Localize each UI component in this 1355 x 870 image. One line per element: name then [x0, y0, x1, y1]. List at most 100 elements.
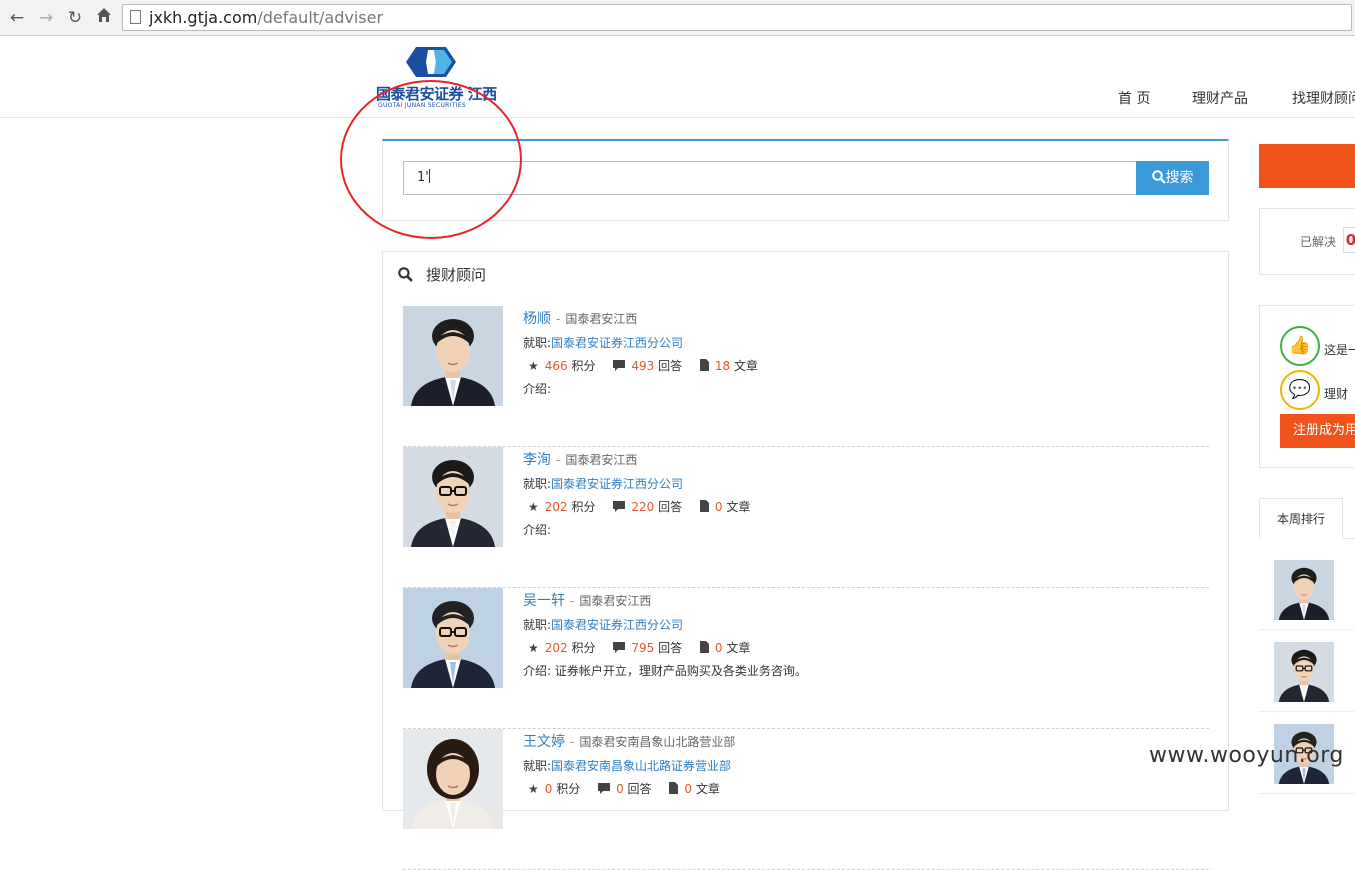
comment-icon — [613, 500, 626, 514]
chat-icon: 💬 — [1280, 370, 1320, 410]
adviser-post-link[interactable]: 国泰君安证券江西分公司 — [551, 336, 683, 350]
avatar[interactable] — [403, 729, 503, 829]
ask-question-banner[interactable] — [1259, 144, 1355, 188]
articles-label: 文章 — [726, 500, 751, 514]
star-icon: ★ — [528, 641, 539, 655]
thumbs-up-icon: 👍 — [1280, 326, 1320, 366]
solved-stats-box: 已解决 0 — [1259, 208, 1355, 275]
adviser-post-link[interactable]: 国泰君安证券江西分公司 — [551, 477, 683, 491]
star-icon: ★ — [528, 359, 539, 373]
nav-products[interactable]: 理财产品 — [1192, 88, 1248, 108]
search-icon — [398, 266, 414, 284]
adviser-name[interactable]: 王文婷 — [523, 734, 565, 750]
comment-icon — [613, 359, 626, 373]
adviser-post-link[interactable]: 国泰君安证券江西分公司 — [551, 618, 683, 632]
tab-weekly-ranking[interactable]: 本周排行 — [1259, 498, 1343, 539]
post-label: 就职: — [523, 618, 552, 632]
points-label: 积分 — [571, 641, 596, 655]
avatar-image — [403, 447, 503, 547]
adviser-item: 吴一轩 - 国泰君安江西 就职:国泰君安证券江西分公司 ★ 202 积分 795 回答… — [403, 588, 1209, 729]
separator: - — [556, 312, 561, 326]
star-icon: ★ — [528, 500, 539, 514]
adviser-post-link[interactable]: 国泰君安南昌象山北路证券营业部 — [551, 759, 731, 773]
back-icon[interactable]: ← — [6, 7, 28, 29]
reload-icon[interactable]: ↻ — [64, 7, 86, 29]
avatar-image — [1274, 560, 1334, 620]
nav-find-adviser[interactable]: 找理财顾问 — [1292, 88, 1355, 108]
articles-count: 18 — [714, 359, 731, 373]
articles-count: 0 — [714, 641, 723, 655]
separator: - — [570, 594, 575, 608]
watermark: www.wooyun.org — [1149, 743, 1344, 768]
separator: - — [556, 453, 561, 467]
address-bar[interactable]: jxkh.gtja.com/default/adviser — [122, 4, 1352, 31]
post-label: 就职: — [523, 336, 552, 350]
separator: - — [570, 735, 575, 749]
adviser-name[interactable]: 杨顺 — [523, 311, 551, 327]
articles-label: 文章 — [726, 641, 751, 655]
results-title: 搜财顾问 — [398, 264, 486, 285]
avatar-image — [1274, 642, 1334, 702]
comment-icon — [613, 641, 626, 655]
register-button[interactable]: 注册成为用 — [1280, 414, 1355, 448]
answers-count: 220 — [631, 500, 655, 514]
adviser-name[interactable]: 吴一轩 — [523, 593, 565, 609]
avatar-image — [403, 588, 503, 688]
search-button[interactable]: 搜索 — [1136, 161, 1209, 195]
answers-count: 795 — [631, 641, 655, 655]
file-icon — [669, 782, 679, 796]
answers-label: 回答 — [658, 359, 683, 373]
rank-avatar[interactable] — [1274, 642, 1334, 702]
adviser-name[interactable]: 李洵 — [523, 452, 551, 468]
answers-label: 回答 — [658, 500, 683, 514]
adviser-item: 王文婷 - 国泰君安南昌象山北路营业部 就职:国泰君安南昌象山北路证券营业部 ★ 0 … — [403, 729, 1209, 870]
star-icon: ★ — [528, 782, 539, 796]
browser-toolbar: ← → ↻ jxkh.gtja.com/default/adviser — [0, 0, 1355, 36]
home-icon[interactable] — [93, 7, 115, 29]
adviser-item: 杨顺 - 国泰君安江西 就职:国泰君安证券江西分公司 ★ 466 积分 493 回答 … — [403, 306, 1209, 447]
points-count: 202 — [544, 500, 568, 514]
forward-icon[interactable]: → — [35, 7, 57, 29]
logo-mark-icon — [406, 47, 456, 77]
adviser-org: 国泰君安南昌象山北路营业部 — [579, 735, 736, 749]
adviser-org: 国泰君安江西 — [579, 594, 652, 608]
results-panel: 搜财顾问 杨顺 - 国泰君安江西 就职:国泰君安证券江西分公司 ★ 466 积分 49… — [382, 251, 1229, 870]
avatar-image — [403, 729, 503, 829]
rank-list-item[interactable] — [1259, 630, 1355, 712]
answers-label: 回答 — [658, 641, 683, 655]
post-label: 就职: — [523, 759, 552, 773]
articles-count: 0 — [684, 782, 693, 796]
answers-label: 回答 — [627, 782, 652, 796]
avatar[interactable] — [403, 447, 503, 547]
answers-count: 493 — [631, 359, 655, 373]
points-label: 积分 — [571, 500, 596, 514]
comment-icon — [598, 782, 611, 796]
address-url: jxkh.gtja.com/default/adviser — [149, 8, 384, 27]
page-icon — [130, 10, 141, 24]
post-label: 就职: — [523, 477, 552, 491]
site-header: 国泰君安证券 江西 GUOTAI JUNAN SECURITIES 首 页 理财… — [0, 37, 1355, 118]
avatar[interactable] — [403, 588, 503, 688]
points-label: 积分 — [556, 782, 581, 796]
solved-count: 0 — [1343, 227, 1355, 253]
promo-feature-2: 理财 — [1324, 387, 1349, 401]
articles-label: 文章 — [695, 782, 720, 796]
adviser-intro: 介绍: — [523, 523, 552, 537]
adviser-intro: 介绍: 证券帐户开立，理财产品购买及各类业务咨询。 — [523, 664, 807, 678]
file-icon — [699, 359, 709, 373]
adviser-intro: 介绍: — [523, 382, 552, 396]
adviser-org: 国泰君安江西 — [565, 312, 638, 326]
annotation-circle — [340, 80, 522, 239]
rank-list-item[interactable] — [1259, 548, 1355, 630]
nav-home[interactable]: 首 页 — [1118, 88, 1150, 108]
points-label: 积分 — [571, 359, 596, 373]
avatar[interactable] — [403, 306, 503, 406]
rank-avatar[interactable] — [1274, 560, 1334, 620]
adviser-item: 李洵 - 国泰君安江西 就职:国泰君安证券江西分公司 ★ 202 积分 220 回答 … — [403, 447, 1209, 588]
answers-count: 0 — [616, 782, 624, 796]
search-icon — [1151, 170, 1166, 184]
avatar-image — [403, 306, 503, 406]
promo-box: 👍 这是一 💬 理财 注册成为用 — [1259, 305, 1355, 468]
points-count: 0 — [544, 782, 553, 796]
solved-label: 已解决 — [1300, 235, 1337, 249]
